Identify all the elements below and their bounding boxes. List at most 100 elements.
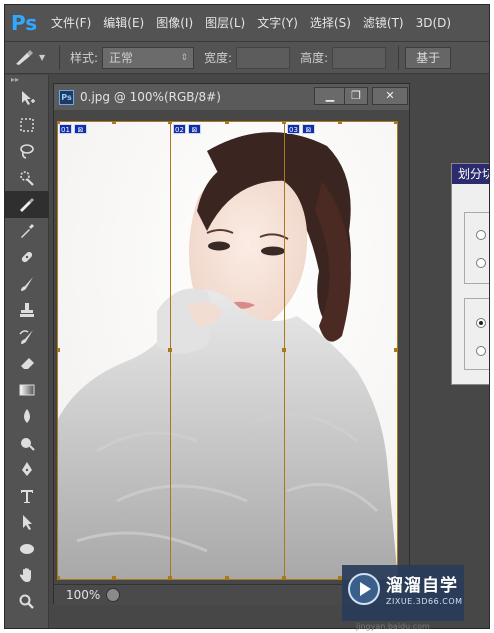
menu-layer[interactable]: 图层(L) <box>199 5 251 41</box>
menu-bar: Ps 文件(F) 编辑(E) 图像(I) 图层(L) 文字(Y) 选择(S) 滤… <box>5 5 489 41</box>
ellipse-icon <box>20 543 34 554</box>
menu-edit[interactable]: 编辑(E) <box>97 5 150 41</box>
watermark-subtitle: ZIXUE.3D66.COM <box>386 597 463 606</box>
lasso-icon <box>20 144 34 160</box>
zoom-icon <box>19 594 34 609</box>
tools-panel: ▸▸ <box>5 75 49 628</box>
hand-icon <box>19 568 31 583</box>
document-tab[interactable]: Ps 0.jpg @ 100%(RGB/8#) ▁ ❐ ✕ <box>54 84 409 110</box>
tool-lasso[interactable] <box>5 138 49 165</box>
ps-logo: Ps <box>11 11 38 35</box>
options-bar: ▼ 样式: 正常 ⇕ 宽度: 高度: 基于 <box>5 41 489 74</box>
watermark: 溜溜自学 ZIXUE.3D66.COM <box>342 565 464 621</box>
tool-eraser[interactable] <box>5 350 49 377</box>
marquee-icon <box>20 118 34 132</box>
watermark-url: jingyan.baidu.com <box>356 622 430 631</box>
slices-from-guides-button[interactable]: 基于 <box>405 46 452 69</box>
document-title: 0.jpg @ 100%(RGB/8#) <box>80 90 221 104</box>
tool-move[interactable] <box>5 85 49 112</box>
eraser-icon <box>21 358 34 370</box>
image-canvas[interactable]: 01 ⊠ 02 ⊠ 03 ⊠ <box>57 121 398 580</box>
maximize-button[interactable]: ❐ <box>344 87 368 105</box>
radio-horizontal-count[interactable] <box>476 230 486 240</box>
radio-vertical-count[interactable] <box>476 318 486 328</box>
tool-dodge[interactable] <box>5 430 49 457</box>
zoom-level[interactable]: 100% <box>66 588 106 602</box>
watermark-title: 溜溜自学 <box>386 576 458 596</box>
divider <box>398 45 400 70</box>
slice-number: 03 <box>287 124 300 134</box>
eyedropper-icon <box>21 223 34 238</box>
history-brush-icon <box>19 329 33 344</box>
updown-icon: ⇕ <box>180 52 189 63</box>
tool-brush[interactable] <box>5 271 49 298</box>
tool-slice[interactable] <box>5 191 49 218</box>
slice-image-icon: ⊠ <box>301 124 315 134</box>
dialog-title: 划分切片 <box>452 164 489 184</box>
tool-eyedropper[interactable] <box>5 218 49 245</box>
close-button[interactable]: ✕ <box>372 87 408 105</box>
slice-icon <box>20 198 34 213</box>
healing-brush-icon <box>21 252 33 263</box>
tool-clone-stamp[interactable] <box>5 297 49 324</box>
menu-file[interactable]: 文件(F) <box>45 5 97 41</box>
width-label: 宽度: <box>204 51 233 65</box>
panel-collapse-icon[interactable]: ▸▸ <box>5 75 48 85</box>
tool-marquee[interactable] <box>5 112 49 139</box>
minimize-button[interactable]: ▁ <box>314 87 346 105</box>
tool-pen[interactable] <box>5 456 49 483</box>
blur-icon <box>24 409 30 424</box>
pen-icon <box>22 462 32 477</box>
menu-image[interactable]: 图像(I) <box>150 5 199 41</box>
horizontal-group <box>464 212 489 284</box>
status-info-icon[interactable] <box>106 588 120 602</box>
menu-type[interactable]: 文字(Y) <box>251 5 304 41</box>
slice-image-icon: ⊠ <box>187 124 201 134</box>
menu-select[interactable]: 选择(S) <box>304 5 357 41</box>
slice-tag-03[interactable]: 03 ⊠ <box>287 124 315 134</box>
height-field[interactable] <box>332 46 387 69</box>
quick-select-icon <box>20 170 34 186</box>
clone-stamp-icon <box>20 303 34 318</box>
slice-tag-01[interactable]: 01 ⊠ <box>59 124 87 134</box>
height-label: 高度: <box>300 51 329 65</box>
tool-hand[interactable] <box>5 562 49 589</box>
brush-icon <box>21 276 33 291</box>
tool-quick-select[interactable] <box>5 165 49 192</box>
tool-blur[interactable] <box>5 403 49 430</box>
vertical-group <box>464 298 489 370</box>
menu-filter[interactable]: 滤镜(T) <box>357 5 410 41</box>
play-logo-icon <box>348 573 380 605</box>
radio-vertical-size[interactable] <box>476 346 486 356</box>
width-field[interactable] <box>236 46 291 69</box>
photoshop-window: Ps 文件(F) 编辑(E) 图像(I) 图层(L) 文字(Y) 选择(S) 滤… <box>4 4 490 629</box>
dodge-icon <box>21 437 35 451</box>
slice-number: 02 <box>173 124 186 134</box>
tool-type[interactable] <box>5 483 49 510</box>
ps-file-icon: Ps <box>59 89 74 105</box>
slice-tag-02[interactable]: 02 ⊠ <box>173 124 201 134</box>
slice-image-icon: ⊠ <box>73 124 87 134</box>
slice-icon <box>16 49 33 65</box>
style-select[interactable]: 正常 ⇕ <box>102 46 195 69</box>
path-select-icon <box>23 515 32 531</box>
tool-preset-picker[interactable]: ▼ <box>13 45 53 71</box>
slice-number: 01 <box>59 124 72 134</box>
menu-3d[interactable]: 3D(D) <box>410 5 457 41</box>
move-icon <box>22 91 35 106</box>
radio-horizontal-size[interactable] <box>476 258 486 268</box>
document-window: Ps 0.jpg @ 100%(RGB/8#) ▁ ❐ ✕ 01 ⊠ 02 ⊠ … <box>53 83 410 605</box>
style-label: 样式: <box>70 51 99 65</box>
tool-path-select[interactable] <box>5 509 49 536</box>
gradient-icon <box>19 384 35 396</box>
chevron-down-icon: ▼ <box>39 53 46 62</box>
slice-grid <box>57 121 398 580</box>
tool-ellipse[interactable] <box>5 536 49 563</box>
tool-zoom[interactable] <box>5 589 49 616</box>
tool-gradient[interactable] <box>5 377 49 404</box>
type-icon <box>21 489 33 503</box>
tool-history-brush[interactable] <box>5 324 49 351</box>
divider <box>59 45 60 70</box>
style-value: 正常 <box>109 50 134 65</box>
tool-healing-brush[interactable] <box>5 244 49 271</box>
